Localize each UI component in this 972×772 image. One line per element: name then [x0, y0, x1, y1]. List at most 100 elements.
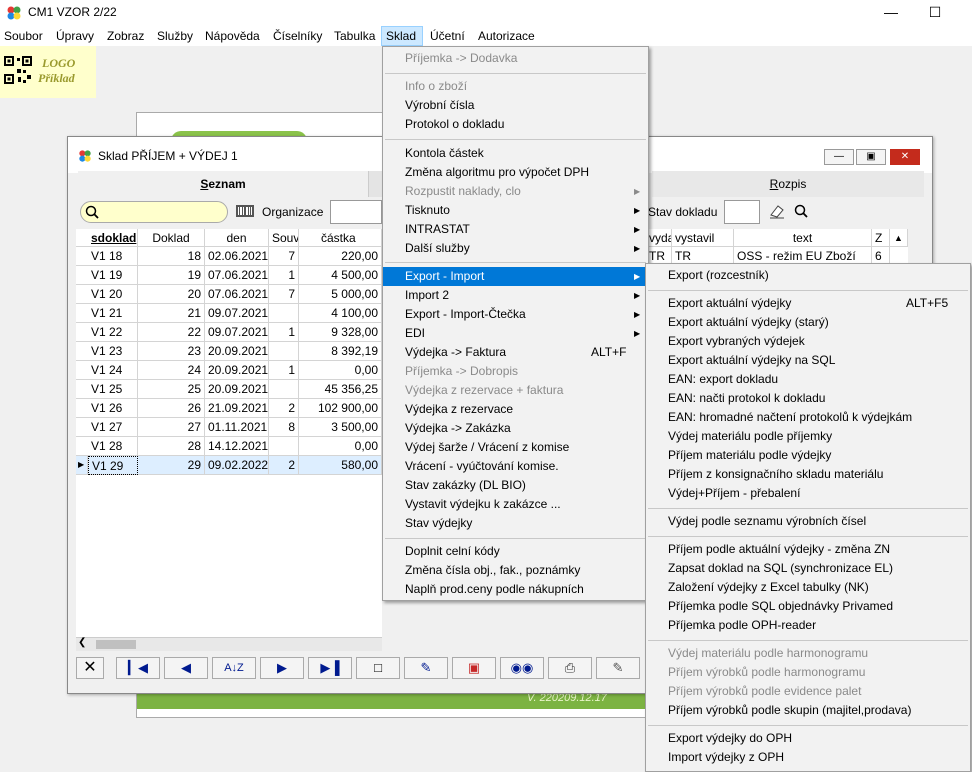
- sklad-menu-item[interactable]: Doplnit celní kódy: [383, 542, 648, 561]
- export-menu-item[interactable]: Příjem výrobků podle skupin (majitel,pro…: [646, 701, 970, 720]
- export-menu-item[interactable]: Příjem podle aktuální výdejky - změna ZN: [646, 540, 970, 559]
- table-row[interactable]: V1 21 21 09.07.2021 4 100,00: [76, 304, 382, 323]
- sklad-menu-item[interactable]: Export - Import ▶: [383, 266, 648, 286]
- sklad-menu-item[interactable]: Výdejka -> Faktura ALT+F: [383, 343, 648, 362]
- export-menu-item[interactable]: EAN: načti protokol k dokladu: [646, 389, 970, 408]
- col-doklad[interactable]: Doklad: [138, 229, 205, 247]
- export-menu-item[interactable]: Výdej podle seznamu výrobních čísel: [646, 512, 970, 531]
- export-menu-item[interactable]: Export vybraných výdejek: [646, 332, 970, 351]
- export-menu-item[interactable]: Export aktuální výdejky (starý): [646, 313, 970, 332]
- table-row[interactable]: ▶ V1 29 29 09.02.2022 2 580,00: [76, 456, 382, 475]
- export-menu-item[interactable]: Založení výdejky z Excel tabulky (NK): [646, 578, 970, 597]
- organizace-input[interactable]: [330, 200, 382, 224]
- table-row[interactable]: V1 19 19 07.06.2021 1 4 500,00: [76, 266, 382, 285]
- scroll-left-icon[interactable]: ❮: [78, 637, 86, 648]
- child-restore-button[interactable]: ▣: [856, 149, 886, 165]
- menu-tabulka[interactable]: Tabulka: [330, 26, 379, 46]
- sklad-menu-item[interactable]: Další služby ▶: [383, 239, 648, 258]
- horizontal-scrollbar[interactable]: ❮: [76, 637, 382, 651]
- export-menu-item[interactable]: Příjem materiálu podle výdejky: [646, 446, 970, 465]
- menu-autorizace[interactable]: Autorizace: [474, 26, 539, 46]
- child-close-button[interactable]: ✕: [890, 149, 920, 165]
- table-row[interactable]: V1 26 26 21.09.2021 2 102 900,00: [76, 399, 382, 418]
- menu-napoveda[interactable]: Nápověda: [201, 26, 264, 46]
- sklad-menu-item[interactable]: Export - Import-Čtečka ▶: [383, 305, 648, 324]
- sklad-menu-item[interactable]: Výdejka z rezervace: [383, 400, 648, 419]
- sklad-menu-item[interactable]: EDI ▶: [383, 324, 648, 343]
- export-menu-item[interactable]: Export aktuální výdejky na SQL: [646, 351, 970, 370]
- edit-icon[interactable]: ✎: [404, 657, 448, 679]
- col-vystavil[interactable]: vystavil: [672, 229, 734, 247]
- menu-zobraz[interactable]: Zobraz: [103, 26, 148, 46]
- table-row[interactable]: V1 28 28 14.12.2021 0,00: [76, 437, 382, 456]
- tab-seznam[interactable]: Seznam: [78, 171, 368, 197]
- first-icon[interactable]: ▎◀: [116, 657, 160, 679]
- menu-ciselniky[interactable]: Číselníky: [269, 26, 326, 46]
- sklad-menu-item[interactable]: INTRASTAT ▶: [383, 220, 648, 239]
- sklad-menu-item[interactable]: Protokol o dokladu: [383, 115, 648, 134]
- maximize-icon[interactable]: ☐: [924, 2, 946, 22]
- print-icon[interactable]: ⎙: [548, 657, 592, 679]
- eraser-icon[interactable]: [768, 203, 786, 219]
- menu-sluzby[interactable]: Služby: [153, 26, 197, 46]
- barcode-icon[interactable]: [236, 205, 254, 217]
- sklad-menu-item[interactable]: Výdejka -> Zakázka: [383, 419, 648, 438]
- close-x-icon[interactable]: ✕: [76, 657, 104, 679]
- export-menu-item[interactable]: EAN: export dokladu: [646, 370, 970, 389]
- new-doc-icon[interactable]: □: [356, 657, 400, 679]
- sklad-menu-item[interactable]: Změna algoritmu pro výpočet DPH: [383, 163, 648, 182]
- stav-dokladu-input[interactable]: [724, 200, 760, 224]
- export-menu-item[interactable]: Příjem z konsignačního skladu materiálu: [646, 465, 970, 484]
- export-menu-item[interactable]: Příjemka podle OPH-reader: [646, 616, 970, 635]
- sklad-menu-item[interactable]: Vystavit výdejku k zakázce ...: [383, 495, 648, 514]
- search-input[interactable]: [80, 201, 228, 223]
- scroll-up-icon[interactable]: ▲: [890, 229, 908, 247]
- sklad-menu-item[interactable]: Výrobní čísla: [383, 96, 648, 115]
- child-minimize-button[interactable]: —: [824, 149, 854, 165]
- menu-sklad[interactable]: Sklad: [381, 26, 423, 46]
- table-row[interactable]: V1 24 24 20.09.2021 1 0,00: [76, 361, 382, 380]
- col-den[interactable]: den: [205, 229, 269, 247]
- export-menu-item[interactable]: Export výdejky do OPH: [646, 729, 970, 748]
- export-menu-item[interactable]: Import výdejky z OPH: [646, 748, 970, 767]
- menu-ucetni[interactable]: Účetní: [426, 26, 469, 46]
- table-row[interactable]: V1 23 23 20.09.2021 8 392,19: [76, 342, 382, 361]
- sklad-menu-item[interactable]: Stav zakázky (DL BIO): [383, 476, 648, 495]
- col-z[interactable]: Z: [872, 229, 890, 247]
- sklad-menu-item[interactable]: Stav výdejky: [383, 514, 648, 533]
- eraser-tool-icon[interactable]: ✎: [596, 657, 640, 679]
- tab-rozpis[interactable]: Rozpis: [652, 171, 924, 197]
- col-vydal[interactable]: vydal: [646, 229, 672, 247]
- prev-icon[interactable]: ◀: [164, 657, 208, 679]
- export-menu-item[interactable]: Zapsat doklad na SQL (synchronizace EL): [646, 559, 970, 578]
- export-menu-item[interactable]: Příjemka podle SQL objednávky Privamed: [646, 597, 970, 616]
- table-row[interactable]: V1 22 22 09.07.2021 1 9 328,00: [76, 323, 382, 342]
- search-icon[interactable]: [794, 204, 808, 218]
- sklad-menu-item[interactable]: Tisknuto ▶: [383, 201, 648, 220]
- table-row[interactable]: V1 20 20 07.06.2021 7 5 000,00: [76, 285, 382, 304]
- sklad-menu-item[interactable]: Změna čísla obj., fak., poznámky: [383, 561, 648, 580]
- export-menu-item[interactable]: Výdej materiálu podle příjemky: [646, 427, 970, 446]
- table-row[interactable]: V1 27 27 01.11.2021 8 3 500,00: [76, 418, 382, 437]
- menu-upravy[interactable]: Úpravy: [52, 26, 98, 46]
- table-row[interactable]: V1 25 25 20.09.2021 45 356,25: [76, 380, 382, 399]
- sklad-menu-item[interactable]: Vrácení - vyúčtování komise.: [383, 457, 648, 476]
- sklad-menu-item[interactable]: Naplň prod.ceny podle nákupních: [383, 580, 648, 599]
- last-icon[interactable]: ▶▐: [308, 657, 352, 679]
- sklad-menu-item[interactable]: Import 2 ▶: [383, 286, 648, 305]
- col-castka[interactable]: částka: [299, 229, 382, 247]
- delete-icon[interactable]: ▣: [452, 657, 496, 679]
- next-icon[interactable]: ▶: [260, 657, 304, 679]
- menu-soubor[interactable]: Soubor: [0, 26, 47, 46]
- export-menu-item[interactable]: Export aktuální výdejky ALT+F5: [646, 294, 970, 313]
- export-menu-item[interactable]: Výdej+Příjem - přebalení: [646, 484, 970, 503]
- export-menu-item[interactable]: EAN: hromadné načtení protokolů k výdejk…: [646, 408, 970, 427]
- col-souv[interactable]: Souv.: [269, 229, 299, 247]
- col-sdoklad[interactable]: sdoklad: [88, 229, 138, 247]
- sort-icon[interactable]: A↓Z: [212, 657, 256, 679]
- export-menu-item[interactable]: Export (rozcestník): [646, 266, 970, 285]
- sklad-menu-item[interactable]: Kontola částek: [383, 144, 648, 163]
- binoculars-icon[interactable]: ◉◉: [500, 657, 544, 679]
- table-row[interactable]: V1 18 18 02.06.2021 7 220,00: [76, 247, 382, 266]
- minimize-icon[interactable]: —: [880, 2, 902, 22]
